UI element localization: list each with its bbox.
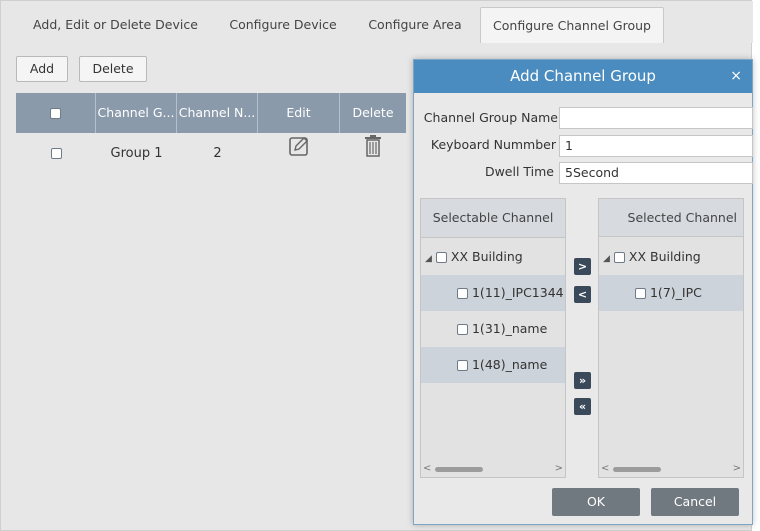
selected-channel-header: Selected Channel xyxy=(599,199,743,237)
col-channel-group[interactable]: Channel G... xyxy=(96,93,177,133)
tab-configure-area[interactable]: Configure Area xyxy=(361,7,469,43)
tree-checkbox[interactable] xyxy=(435,252,447,263)
channel-label: 1(11)_IPC1344 xyxy=(471,285,564,300)
dwell-time-label: Dwell Time xyxy=(484,164,554,179)
list-item[interactable]: 1(11)_IPC1344 xyxy=(421,275,565,311)
channel-group-name-label: Channel Group Name xyxy=(423,110,558,125)
move-all-left-button[interactable]: « xyxy=(574,398,591,415)
cancel-button[interactable]: Cancel xyxy=(651,488,739,516)
list-item[interactable]: 1(48)_name xyxy=(421,347,565,383)
trash-icon[interactable] xyxy=(340,134,406,174)
keyboard-number-label: Keyboard Nummber xyxy=(430,137,556,152)
selected-channel-panel: Selected Channel ◢ XX Building 1(7)_IPC … xyxy=(598,198,744,478)
ok-button[interactable]: OK xyxy=(552,488,640,516)
move-left-button[interactable]: < xyxy=(574,286,591,303)
row-group-name: Group 1 xyxy=(110,146,163,161)
move-all-right-button[interactable]: » xyxy=(574,372,591,389)
selectable-channel-panel: Selectable Channel ◢ XX Building 1(11)_I… xyxy=(420,198,566,478)
tab-add-edit-delete-device[interactable]: Add, Edit or Delete Device xyxy=(23,7,208,43)
tab-configure-channel-group[interactable]: Configure Channel Group xyxy=(480,7,664,43)
select-all-cell xyxy=(16,93,96,133)
dialog-title: Add Channel Group xyxy=(510,67,656,85)
tree-checkbox[interactable] xyxy=(613,252,625,263)
select-all-checkbox[interactable] xyxy=(50,108,61,119)
col-edit: Edit xyxy=(258,93,340,133)
item-checkbox[interactable] xyxy=(635,288,646,299)
row-channel-count: 2 xyxy=(213,146,222,161)
delete-button[interactable]: Delete xyxy=(79,56,147,82)
add-button[interactable]: Add xyxy=(16,56,68,82)
scrollbar-thumb[interactable] xyxy=(613,467,661,472)
item-checkbox[interactable] xyxy=(457,324,468,335)
horizontal-scrollbar[interactable]: < > xyxy=(423,463,563,475)
item-checkbox[interactable] xyxy=(457,288,468,299)
table-header: Channel G... Channel N... Edit Delete xyxy=(16,93,406,133)
tree-root-label: XX Building xyxy=(628,249,701,264)
scroll-left-icon[interactable]: < xyxy=(423,463,431,475)
dwell-time-select[interactable]: 5Second xyxy=(559,162,753,184)
list-item[interactable]: 1(7)_IPC xyxy=(599,275,743,311)
selectable-channel-header: Selectable Channel xyxy=(421,199,565,238)
app-window: Add, Edit or Delete Device Configure Dev… xyxy=(0,0,753,531)
channel-label: 1(7)_IPC xyxy=(649,285,702,300)
tab-configure-device[interactable]: Configure Device xyxy=(223,7,343,43)
scrollbar-thumb[interactable] xyxy=(435,467,483,472)
move-right-button[interactable]: > xyxy=(574,258,591,275)
horizontal-scrollbar[interactable]: < > xyxy=(601,463,741,475)
channel-label: 1(48)_name xyxy=(471,357,548,372)
selected-tree-root[interactable]: ◢ XX Building xyxy=(599,239,747,275)
channel-label: 1(31)_name xyxy=(471,321,548,336)
close-icon[interactable]: × xyxy=(730,60,742,93)
tab-bar: Add, Edit or Delete Device Configure Dev… xyxy=(1,1,753,43)
col-channel-number[interactable]: Channel N... xyxy=(177,93,258,133)
row-checkbox[interactable] xyxy=(50,148,62,159)
col-delete: Delete xyxy=(352,105,394,120)
tree-root-label: XX Building xyxy=(450,249,523,264)
scroll-right-icon[interactable]: > xyxy=(733,463,741,475)
expand-triangle-icon[interactable]: ◢ xyxy=(425,241,432,275)
dialog-header: Add Channel Group × xyxy=(414,60,752,93)
scroll-right-icon[interactable]: > xyxy=(555,463,563,475)
selectable-tree-root[interactable]: ◢ XX Building xyxy=(421,239,569,275)
expand-triangle-icon[interactable]: ◢ xyxy=(603,241,610,275)
scroll-left-icon[interactable]: < xyxy=(601,463,609,475)
add-channel-group-dialog: Add Channel Group × Channel Group Name K… xyxy=(413,59,753,525)
keyboard-number-input[interactable]: 1 xyxy=(559,135,753,157)
list-item[interactable]: 1(31)_name xyxy=(421,311,565,347)
row-checkbox-cell xyxy=(16,134,96,174)
item-checkbox[interactable] xyxy=(457,360,468,371)
edit-icon[interactable] xyxy=(258,134,340,174)
channel-group-name-input[interactable] xyxy=(559,107,753,129)
